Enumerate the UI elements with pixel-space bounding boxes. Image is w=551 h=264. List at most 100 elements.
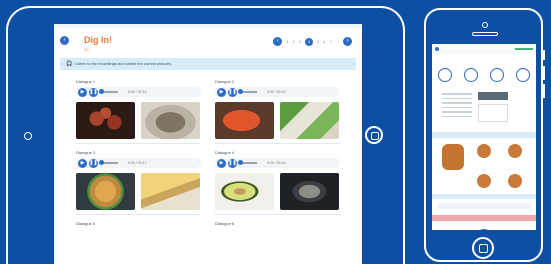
audio-time: 0:00 / 00:13 <box>128 90 147 94</box>
clock-icon <box>475 229 493 230</box>
play-icon[interactable]: ▶ <box>217 158 226 168</box>
phone-speaker <box>472 32 498 36</box>
phone-screen <box>432 44 536 230</box>
phone-instruction-bar <box>432 194 536 199</box>
phone-alert-bar <box>432 215 536 221</box>
dialogue-label: Dialogue 2 <box>215 79 235 84</box>
dialogue-card: Dialogue 4 ▶ ❚❚ 0:00 / 00:15 <box>215 150 340 215</box>
watch-image[interactable] <box>507 174 522 188</box>
picture-options <box>215 102 340 139</box>
gauge-icon <box>490 68 504 82</box>
watch-image[interactable] <box>476 174 491 188</box>
picture-options <box>215 173 340 210</box>
phone-header <box>432 44 536 54</box>
back-button[interactable]: ‹ <box>60 36 69 45</box>
dialogue-label: Dialogue 3 <box>76 150 96 155</box>
picture-fish[interactable] <box>280 173 339 210</box>
phone-outline-card <box>478 104 508 122</box>
audio-seek-slider[interactable] <box>238 160 257 165</box>
phone-side-button <box>543 66 545 80</box>
phone-camera <box>482 22 488 28</box>
gauge-icon <box>438 68 452 82</box>
audio-time: 0:00 / 00:10 <box>267 90 286 94</box>
divider <box>76 143 201 144</box>
dialogue-label: Dialogue 5 <box>76 221 96 226</box>
picture-quiche[interactable] <box>141 173 200 210</box>
page-link[interactable]: 5 <box>317 39 319 44</box>
page-link-active[interactable]: 4 <box>304 37 313 46</box>
exercise-header: ‹ Dig In! 10 ‹ 1 2 3 4 5 6 7 ... › <box>54 28 362 52</box>
divider <box>215 214 340 215</box>
audio-time: 0:00 / 00:17 <box>128 161 147 165</box>
phone-content <box>432 88 536 128</box>
dialogue-grid: Dialogue 1 ▶ ❚❚ 0:00 / 00:13 Dialogue 2 … <box>76 79 340 229</box>
back-button[interactable] <box>435 47 439 51</box>
play-icon[interactable]: ▶ <box>78 87 87 97</box>
page-link[interactable]: 6 <box>323 39 325 44</box>
pause-icon[interactable]: ❚❚ <box>89 87 98 97</box>
phone-watch-grid <box>432 138 536 188</box>
watch-image[interactable] <box>442 144 465 170</box>
tablet-screen: ‹ Dig In! 10 ‹ 1 2 3 4 5 6 7 ... › 🎧 Lis… <box>54 24 362 264</box>
page-link[interactable]: 7 <box>329 39 331 44</box>
instruction-text: Listen to the recordings and select the … <box>75 61 173 66</box>
phone-side-button <box>543 50 545 60</box>
audio-time: 0:00 / 00:15 <box>267 161 286 165</box>
picture-options <box>76 173 201 210</box>
watch-image[interactable] <box>476 144 491 158</box>
picture-options <box>76 102 201 139</box>
gauge-icon <box>464 68 478 82</box>
audio-player: ▶ ❚❚ 0:00 / 00:17 <box>76 158 201 168</box>
phone-device <box>424 8 545 262</box>
pause-icon[interactable]: ❚❚ <box>89 158 98 168</box>
play-icon[interactable]: ▶ <box>78 158 87 168</box>
page-title: Dig In! <box>84 35 112 45</box>
pagination: ‹ 1 2 3 4 5 6 7 ... › <box>273 37 352 46</box>
picture-ramen[interactable] <box>76 173 135 210</box>
audio-player: ▶ ❚❚ 0:00 / 00:15 <box>215 158 340 168</box>
phone-dark-card <box>478 92 508 100</box>
picture-avocado[interactable] <box>215 173 274 210</box>
phone-text-list <box>442 90 472 120</box>
pause-icon[interactable]: ❚❚ <box>228 87 237 97</box>
gauge-icon <box>516 68 530 82</box>
chevron-left-icon: ‹ <box>63 37 66 43</box>
watch-image[interactable] <box>507 144 522 158</box>
phone-input[interactable] <box>438 203 530 209</box>
play-icon[interactable]: ▶ <box>217 87 226 97</box>
prev-page-button[interactable]: ‹ <box>273 37 283 46</box>
audio-seek-slider[interactable] <box>238 89 257 94</box>
instruction-bar: 🎧 Listen to the recordings and select th… <box>60 58 356 70</box>
dialogue-label: Dialogue 1 <box>76 79 96 84</box>
picture-tomato[interactable] <box>215 102 274 139</box>
audio-player: ▶ ❚❚ 0:00 / 00:13 <box>76 87 201 97</box>
pause-icon[interactable]: ❚❚ <box>228 158 237 168</box>
page-link[interactable]: 2 <box>292 39 294 44</box>
dialogue-label: Dialogue 4 <box>215 150 235 155</box>
audio-player: ▶ ❚❚ 0:00 / 00:10 <box>215 87 340 97</box>
tablet-device: ‹ Dig In! 10 ‹ 1 2 3 4 5 6 7 ... › 🎧 Lis… <box>6 6 405 264</box>
progress-bar <box>515 48 533 50</box>
picture-meatballs[interactable] <box>76 102 135 139</box>
picture-salad[interactable] <box>280 102 339 139</box>
audio-seek-slider[interactable] <box>99 89 118 94</box>
tablet-home-button[interactable] <box>365 126 383 144</box>
page-link[interactable]: 1 <box>286 39 288 44</box>
tablet-camera <box>24 132 32 140</box>
audio-seek-slider[interactable] <box>99 160 118 165</box>
divider <box>215 143 340 144</box>
phone-home-button[interactable] <box>472 237 494 259</box>
divider <box>76 214 201 215</box>
dialogue-card: Dialogue 2 ▶ ❚❚ 0:00 / 00:10 <box>215 79 340 144</box>
dialogue-card: Dialogue 1 ▶ ❚❚ 0:00 / 00:13 <box>76 79 201 144</box>
page-subtitle: 10 <box>84 47 89 52</box>
picture-roast[interactable] <box>141 102 200 139</box>
page-ellipsis: ... <box>335 39 339 44</box>
next-page-button[interactable]: › <box>343 37 352 46</box>
dialogue-label: Dialogue 6 <box>215 221 235 226</box>
dialogue-card: Dialogue 3 ▶ ❚❚ 0:00 / 00:17 <box>76 150 201 215</box>
headphones-icon: 🎧 <box>66 61 73 67</box>
page-link[interactable]: 3 <box>299 39 301 44</box>
phone-gauges <box>432 68 536 82</box>
phone-side-button <box>543 84 545 98</box>
